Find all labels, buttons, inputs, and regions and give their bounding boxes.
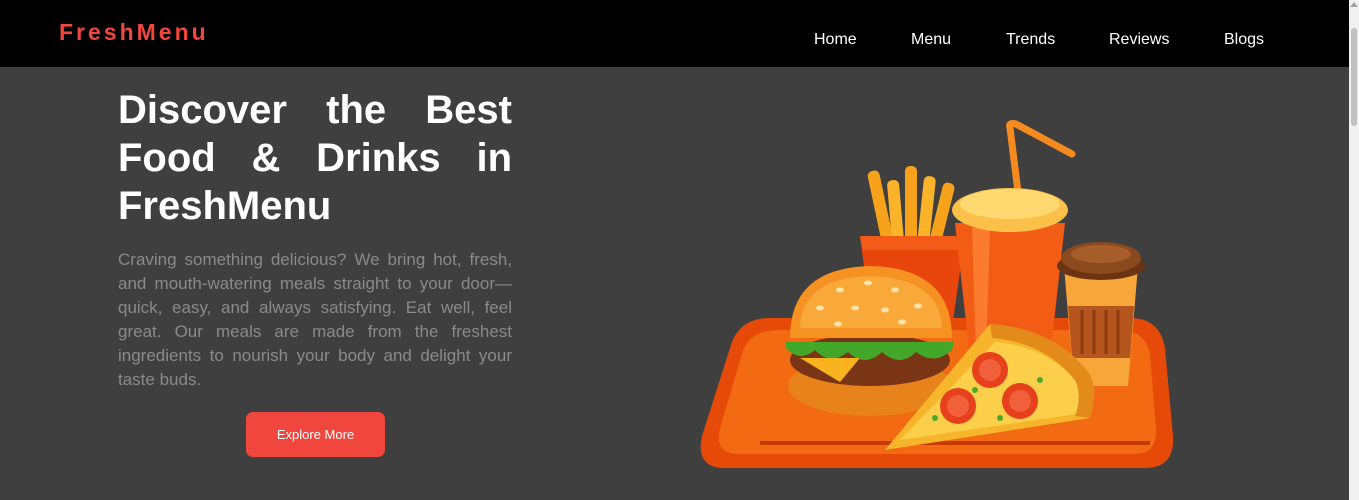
hero-title: Discover the Best Food & Drinks in Fresh… bbox=[118, 88, 512, 228]
nav-blogs-link[interactable]: Blogs bbox=[1224, 31, 1264, 49]
nav-menu-link[interactable]: Menu bbox=[911, 31, 951, 49]
nav-reviews-link[interactable]: Reviews bbox=[1109, 31, 1169, 49]
nav-home-link[interactable]: Home bbox=[814, 31, 857, 49]
hero-description: Craving something delicious? We bring ho… bbox=[118, 250, 512, 389]
scroll-up-arrow-icon[interactable] bbox=[1350, 2, 1358, 7]
page-scrollbar[interactable] bbox=[1349, 0, 1359, 500]
scrollbar-thumb[interactable] bbox=[1351, 28, 1357, 126]
top-navbar: FreshMenu Home Menu Trends Reviews Blogs bbox=[0, 0, 1349, 67]
explore-more-button[interactable]: Explore More bbox=[246, 412, 385, 457]
nav-trends-link[interactable]: Trends bbox=[1006, 31, 1055, 49]
main-nav: Home Menu Trends Reviews Blogs bbox=[0, 31, 1349, 51]
fast-food-tray-icon bbox=[700, 120, 1174, 468]
